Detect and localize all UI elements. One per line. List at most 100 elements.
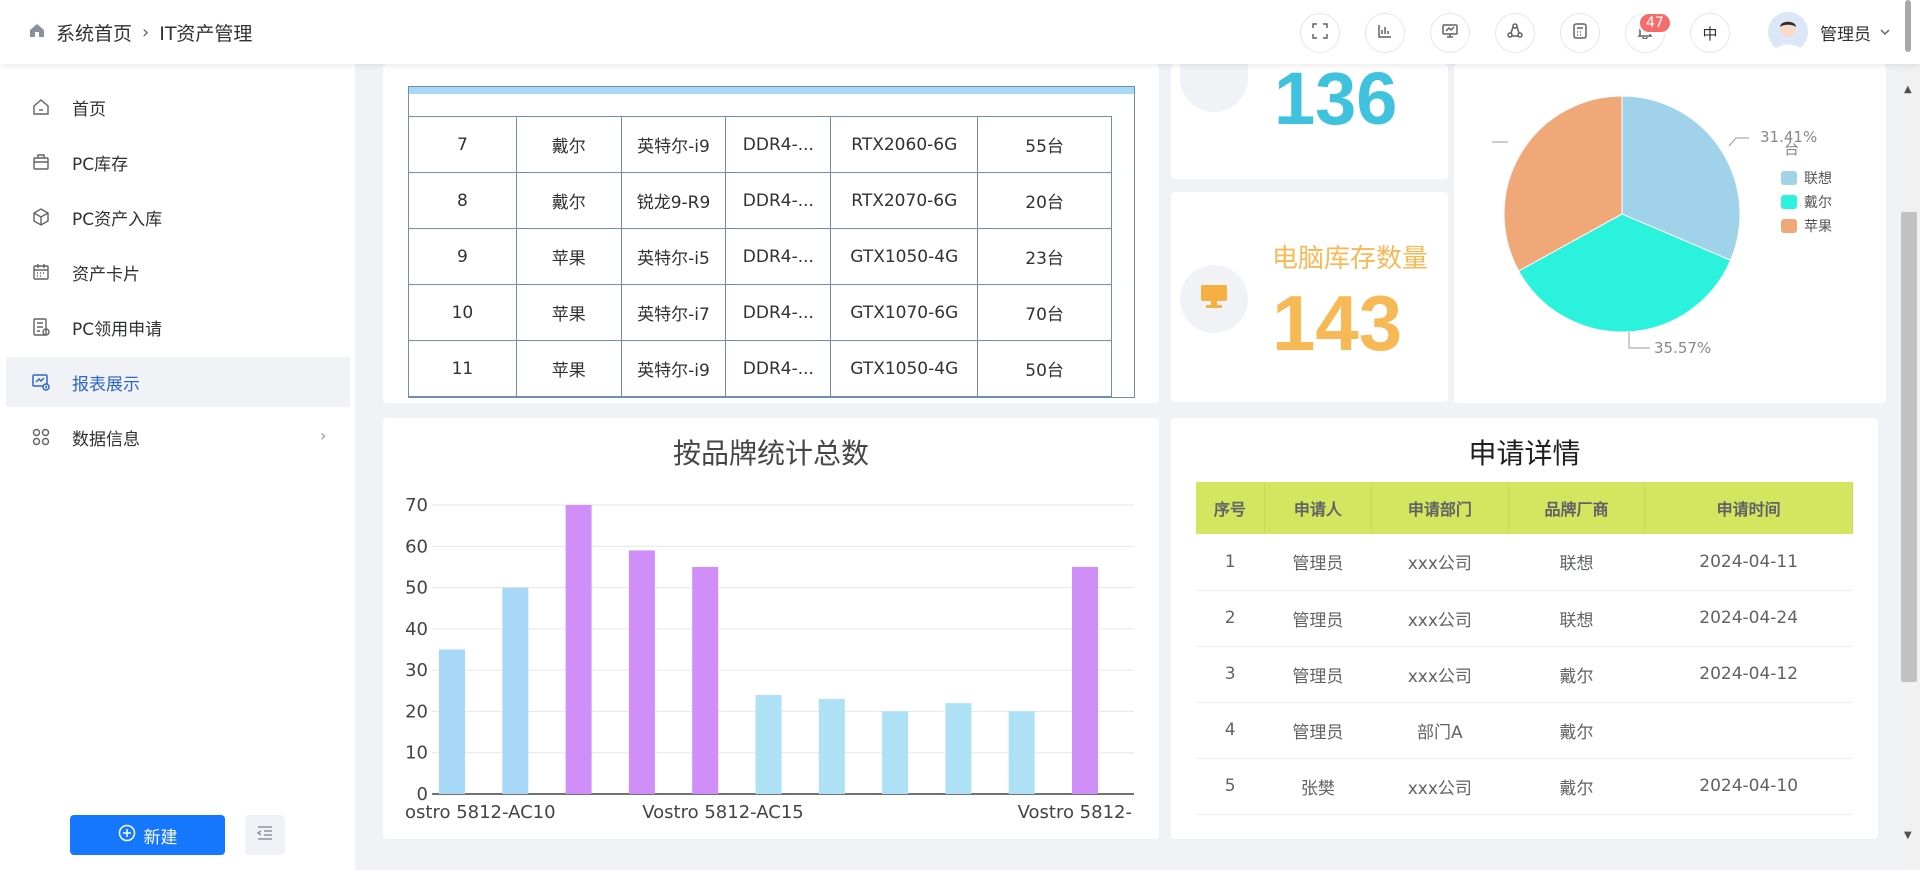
fullscreen-button[interactable] xyxy=(1300,13,1340,53)
table-cell: 50台 xyxy=(977,340,1112,397)
bar[interactable] xyxy=(1072,566,1098,794)
top-header: 系统首页 › IT资产管理 47 中 管理员 xyxy=(0,0,1920,64)
bar[interactable] xyxy=(945,703,972,794)
table-row[interactable]: 11 苹果 英特尔-i9 DDR4-... GTX1050-4G 50台 xyxy=(408,340,1112,397)
sidebar-item-label: PC库存 xyxy=(72,154,129,175)
sidebar-item-asset-card[interactable]: 资产卡片 xyxy=(6,247,350,297)
table-cell: 8 xyxy=(408,172,517,229)
sidebar-item-label: PC领用申请 xyxy=(72,319,163,340)
bar[interactable] xyxy=(1008,711,1035,794)
sidebar-item-pc-inbound[interactable]: PC资产入库 xyxy=(6,192,350,242)
bar[interactable] xyxy=(439,649,465,795)
y-tick-label: 30 xyxy=(405,660,428,681)
sidebar-item-home[interactable]: 首页 xyxy=(6,82,350,132)
column-header[interactable]: 品牌厂商 xyxy=(1508,482,1646,534)
home-icon xyxy=(30,96,52,118)
application-table: 序号 申请人 申请部门 品牌厂商 申请时间 1 管理员 xxx公司 联想 2024-04-11 2… xyxy=(1196,482,1853,815)
chevron-down-icon xyxy=(1879,23,1891,43)
header-scroll-thumb xyxy=(1905,0,1911,52)
cycle-icon xyxy=(1507,23,1523,43)
table-cell: 英特尔-i7 xyxy=(620,284,727,341)
user-menu[interactable]: 管理员 xyxy=(1820,20,1891,45)
sidebar-item-report[interactable]: 报表展示 xyxy=(6,357,350,407)
table-cell: 管理员 xyxy=(1264,534,1372,591)
table-cell: 苹果 xyxy=(515,228,622,285)
table-cell: GTX1050-4G xyxy=(830,228,979,285)
sidebar-item-data-info[interactable]: 数据信息 › xyxy=(6,412,350,462)
table-cell: DDR4-... xyxy=(725,228,832,285)
bar[interactable] xyxy=(882,711,909,794)
bar[interactable] xyxy=(628,550,655,794)
table-cell: 2024-04-11 xyxy=(1644,534,1853,591)
column-header[interactable]: 申请人 xyxy=(1264,482,1373,534)
pie-leader-line xyxy=(1628,332,1650,349)
scrollbar-thumb[interactable] xyxy=(1901,212,1917,682)
stock-icon-circle xyxy=(1180,265,1248,333)
legend-swatch[interactable] xyxy=(1781,219,1797,233)
table-cell: xxx公司 xyxy=(1371,534,1509,591)
sidebar-item-label: 首页 xyxy=(72,99,106,120)
column-header[interactable]: 序号 xyxy=(1196,482,1265,534)
sidebar-item-pc-stock[interactable]: PC库存 xyxy=(6,137,350,187)
table-cell: 10 xyxy=(408,284,517,341)
collapse-sidebar-button[interactable] xyxy=(245,815,285,855)
monitor-button[interactable] xyxy=(1430,13,1470,53)
y-tick-label: 40 xyxy=(405,619,428,640)
language-button[interactable]: 中 xyxy=(1690,13,1730,53)
cycle-button[interactable] xyxy=(1495,13,1535,53)
home-icon[interactable] xyxy=(28,21,46,44)
avatar[interactable] xyxy=(1768,12,1808,52)
calendar-icon xyxy=(30,261,52,283)
table-row[interactable]: 7 戴尔 英特尔-i9 DDR4-... RTX2060-6G 55台 xyxy=(408,116,1112,173)
y-tick-label: 70 xyxy=(405,495,428,516)
table-row[interactable]: 8 戴尔 锐龙9-R9 DDR4-... RTX2070-6G 20台 xyxy=(408,172,1112,229)
inventory-table: 7 戴尔 英特尔-i9 DDR4-... RTX2060-6G 55台 8 戴尔 锐龙9-R9 D… xyxy=(408,116,1112,397)
sidebar-item-pc-request[interactable]: PC领用申请 xyxy=(6,302,350,352)
breadcrumb-home[interactable]: 系统首页 xyxy=(56,19,132,46)
legend-swatch[interactable] xyxy=(1781,195,1797,209)
bar[interactable] xyxy=(818,699,845,794)
legend-label[interactable]: 戴尔 xyxy=(1804,195,1832,211)
legend-label[interactable]: 联想 xyxy=(1804,171,1832,187)
fullscreen-icon xyxy=(1312,23,1328,43)
stock-value: 143 xyxy=(1272,279,1403,367)
table-cell: 23台 xyxy=(977,228,1112,285)
table-cell: 70台 xyxy=(977,284,1112,341)
table-row[interactable]: 5 张樊 xxx公司 戴尔 2024-04-10 xyxy=(1196,758,1853,815)
table-row[interactable]: 3 管理员 xxx公司 戴尔 2024-04-12 xyxy=(1196,646,1853,703)
table-row[interactable]: 1 管理员 xxx公司 联想 2024-04-11 xyxy=(1196,534,1853,591)
brand-pie-chart: 31.41%台35.57%联想戴尔苹果 xyxy=(1492,95,1832,357)
table-cell: 2024-04-12 xyxy=(1644,646,1853,703)
table-row[interactable]: 2 管理员 xxx公司 联想 2024-04-24 xyxy=(1196,590,1853,647)
table-cell xyxy=(1644,702,1853,759)
table-cell: 联想 xyxy=(1508,534,1645,591)
page-scrollbar[interactable]: ▲ ▼ xyxy=(1898,64,1920,870)
table-row[interactable]: 9 苹果 英特尔-i5 DDR4-... GTX1050-4G 23台 xyxy=(408,228,1112,285)
table-cell: 2 xyxy=(1196,590,1265,647)
legend-label[interactable]: 苹果 xyxy=(1804,219,1832,235)
table-cell: 2024-04-10 xyxy=(1644,758,1853,815)
stat-top-value: 136 xyxy=(1274,57,1398,140)
scroll-up-arrow[interactable]: ▲ xyxy=(1904,84,1912,95)
calculator-button[interactable] xyxy=(1560,13,1600,53)
column-header[interactable]: 申请时间 xyxy=(1644,482,1853,534)
bar[interactable] xyxy=(755,694,782,794)
y-tick-label: 50 xyxy=(405,578,428,599)
bar[interactable] xyxy=(502,587,529,794)
sidebar-item-label: 报表展示 xyxy=(72,374,140,395)
box-icon xyxy=(30,206,52,228)
scroll-down-arrow[interactable]: ▼ xyxy=(1904,830,1912,841)
new-button[interactable]: 新建 xyxy=(70,815,225,855)
table-cell: xxx公司 xyxy=(1371,758,1509,815)
legend-swatch[interactable] xyxy=(1781,171,1797,185)
bar[interactable] xyxy=(565,505,592,794)
table-cell: 戴尔 xyxy=(1508,758,1645,815)
breadcrumb: 系统首页 › IT资产管理 xyxy=(28,18,252,46)
table-cell: 管理员 xyxy=(1264,590,1372,647)
column-header[interactable]: 申请部门 xyxy=(1371,482,1509,534)
bar[interactable] xyxy=(692,566,719,794)
chart-button[interactable] xyxy=(1365,13,1405,53)
y-tick-label: 60 xyxy=(405,536,428,557)
table-row[interactable]: 4 管理员 部门A 戴尔 xyxy=(1196,702,1853,759)
table-row[interactable]: 10 苹果 英特尔-i7 DDR4-... GTX1070-6G 70台 xyxy=(408,284,1112,341)
